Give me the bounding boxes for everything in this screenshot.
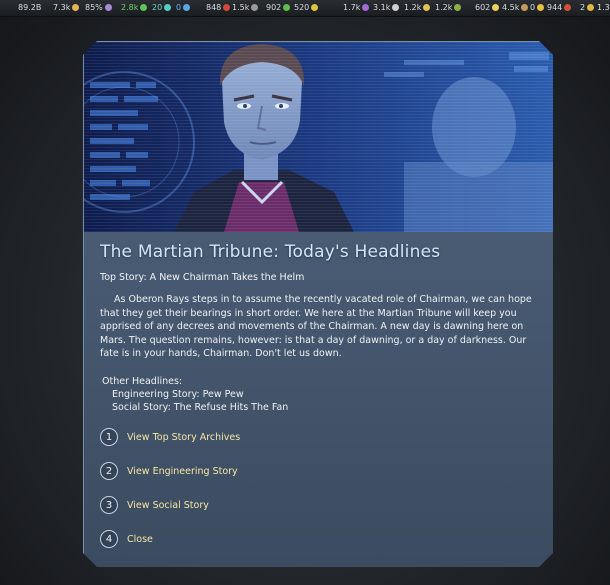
house-icon (564, 4, 572, 11)
resource-oxygen: 20 (152, 3, 172, 12)
tribune-dialog: The Martian Tribune: Today's Headlines T… (83, 41, 553, 567)
option-label: View Social Story (127, 499, 209, 511)
other-headlines: Other Headlines: Engineering Story: Pew … (102, 375, 288, 414)
top-story-heading: Top Story: A New Chairman Takes the Helm (100, 272, 305, 283)
option-label: Close (127, 533, 153, 545)
top-story-body: As Oberon Rays steps in to assume the re… (100, 294, 532, 359)
resource-silver: 3.1k (373, 3, 400, 12)
plants-icon (454, 4, 462, 11)
option-number-badge: 4 (100, 530, 118, 548)
resource-bar: 89.2B 7.3k 85% 2.8k 20 0 848 1.5k 902 52… (0, 0, 610, 17)
resource-misc: 1.3 (597, 3, 610, 12)
resource-plants: 1.2k (435, 3, 462, 12)
option-number-badge: 1 (100, 428, 118, 446)
resource-housing: 944 (547, 3, 572, 12)
resource-stars: 602 (475, 3, 500, 12)
silver-icon (392, 4, 400, 11)
metal-icon (251, 4, 259, 11)
resource-crates: 2 (580, 3, 595, 12)
health-icon (223, 4, 231, 11)
resource-population: 7.3k (53, 3, 80, 12)
resource-crystal: 1.7k (343, 3, 370, 12)
social-headline: Social Story: The Refuse Hits The Fan (112, 402, 289, 413)
resource-metal: 1.5k (232, 3, 259, 12)
resource-approval: 85% (85, 3, 112, 12)
option-label: View Top Story Archives (127, 431, 241, 443)
gold-icon (311, 4, 319, 11)
option-number-badge: 2 (100, 462, 118, 480)
resource-water: 0 (176, 3, 191, 12)
other-headlines-heading: Other Headlines: (102, 376, 183, 387)
resource-power: 2.8k (121, 3, 148, 12)
coin-icon (537, 4, 545, 11)
resource-wood: 4.5k (502, 3, 529, 12)
resource-parts: 1.2k (404, 3, 431, 12)
option-label: View Engineering Story (127, 465, 238, 477)
star-icon (492, 4, 500, 11)
power-icon (140, 4, 148, 11)
oxygen-icon (164, 4, 172, 11)
resource-food: 902 (266, 3, 291, 12)
resource-gold: 520 (294, 3, 319, 12)
parts-icon (423, 4, 431, 11)
option-number-badge: 3 (100, 496, 118, 514)
resource-health: 848 (206, 3, 231, 12)
wood-icon (521, 4, 529, 11)
option-view-engineering[interactable]: 2 View Engineering Story (100, 462, 238, 480)
approval-icon (104, 4, 112, 11)
option-view-archives[interactable]: 1 View Top Story Archives (100, 428, 240, 446)
resource-coins: 0 (530, 3, 545, 12)
engineering-headline: Engineering Story: Pew Pew (112, 389, 244, 400)
option-close[interactable]: 4 Close (100, 530, 153, 548)
food-icon (283, 4, 291, 11)
crate-icon (587, 4, 595, 11)
crystal-icon (362, 4, 370, 11)
dialog-title: The Martian Tribune: Today's Headlines (100, 242, 441, 262)
water-icon (183, 4, 191, 11)
population-icon (72, 4, 80, 11)
option-view-social[interactable]: 3 View Social Story (100, 496, 209, 514)
chairman-portrait-image (84, 42, 553, 232)
resource-money: 89.2B (18, 3, 42, 12)
